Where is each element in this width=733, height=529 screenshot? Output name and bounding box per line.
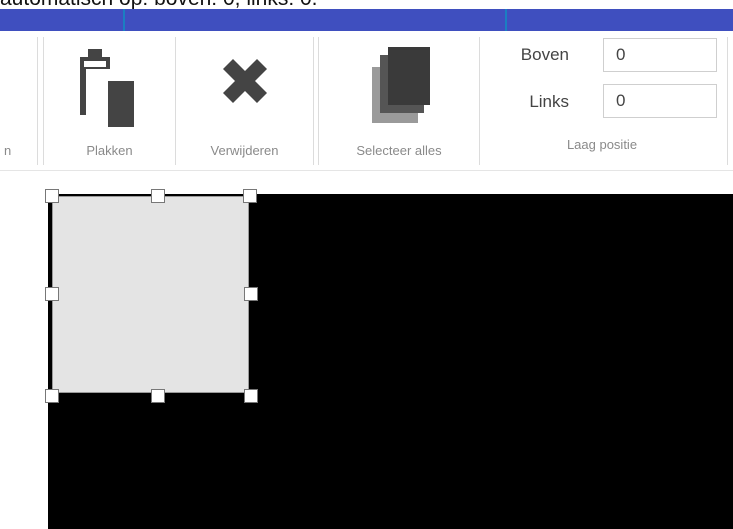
divider — [479, 37, 480, 165]
delete-x-icon — [222, 59, 267, 103]
ribbon-toolbar: n Plakken Verwijderen Selecteer alles Bo… — [0, 31, 733, 171]
resize-handle-top-right[interactable] — [243, 189, 257, 203]
divider — [37, 37, 38, 165]
paste-label: Plakken — [86, 143, 133, 158]
resize-handle-right[interactable] — [244, 287, 258, 301]
divider — [727, 37, 728, 165]
resize-handle-bottom-left[interactable] — [45, 389, 59, 403]
delete-label: Verwijderen — [210, 143, 279, 158]
resize-handle-top-left[interactable] — [45, 189, 59, 203]
left-position-input[interactable]: 0 — [603, 84, 717, 118]
cut-off-button-label: n — [4, 143, 12, 158]
divider — [313, 37, 314, 165]
resize-handle-top[interactable] — [151, 189, 165, 203]
resize-handle-bottom[interactable] — [151, 389, 165, 403]
delete-button[interactable]: Verwijderen — [176, 31, 313, 169]
select-all-button[interactable]: Selecteer alles — [319, 31, 479, 169]
resize-handle-left[interactable] — [45, 287, 59, 301]
paste-button[interactable]: Plakken — [44, 31, 175, 169]
ribbon-bottom-border — [0, 170, 733, 171]
clipboard-paste-icon — [79, 49, 134, 127]
top-position-input[interactable]: 0 — [603, 38, 717, 72]
select-all-label: Selecteer alles — [356, 143, 442, 158]
select-all-icon — [372, 47, 430, 123]
layer-position-group-label: Laag positie — [566, 137, 638, 152]
ruler-tick — [123, 9, 125, 31]
title-bar — [0, 9, 733, 31]
top-label: Boven — [520, 45, 569, 64]
resize-handle-bottom-right[interactable] — [244, 389, 258, 403]
selected-layer[interactable] — [52, 196, 249, 393]
ruler-tick — [505, 9, 507, 31]
layer-position-group: Boven 0 Links 0 Laag positie — [484, 31, 728, 169]
left-label: Links — [529, 92, 569, 111]
